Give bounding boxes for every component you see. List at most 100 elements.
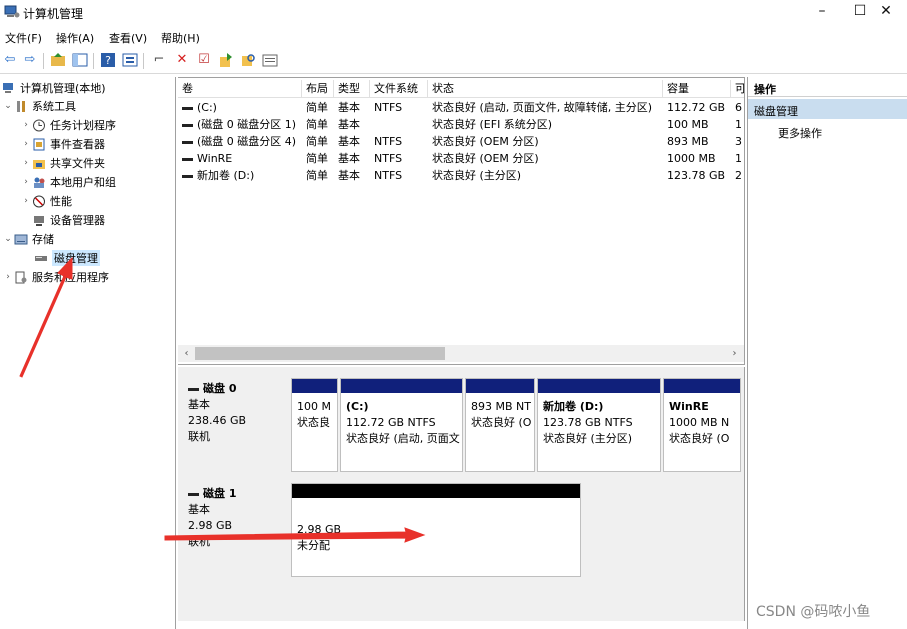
tree-item-local-users[interactable]: › 本地用户和组 (20, 173, 116, 191)
back-arrow-icon[interactable]: ⇦ (2, 52, 18, 68)
column-header-capacity[interactable]: 容量 (663, 80, 731, 98)
volume-filesystem: NTFS (374, 152, 403, 165)
partition[interactable]: (C:) 112.72 GB NTFS 状态良好 (启动, 页面文 (340, 378, 463, 472)
delete-icon[interactable]: ✕ (174, 52, 190, 68)
toolbar-separator (143, 53, 144, 69)
toolbar: ⇦ ⇨ ? ⌐ ✕ ☑ (0, 48, 907, 74)
disk-icon (35, 255, 47, 261)
partition-status: 状态良好 (O (471, 416, 532, 429)
performance-icon (33, 195, 45, 207)
volume-row[interactable]: (磁盘 0 磁盘分区 1) 简单 基本 状态良好 (EFI 系统分区) 100 … (178, 116, 744, 133)
forward-arrow-icon[interactable]: ⇨ (22, 52, 38, 68)
volume-row[interactable]: (磁盘 0 磁盘分区 4) 简单 基本 NTFS 状态良好 (OEM 分区) 8… (178, 133, 744, 150)
column-header-type[interactable]: 类型 (334, 80, 370, 98)
tree-item-disk-management[interactable]: 磁盘管理 (34, 249, 100, 267)
partition[interactable]: 新加卷 (D:) 123.78 GB NTFS 状态良好 (主分区) (537, 378, 661, 472)
partition-name: WinRE (669, 400, 709, 413)
column-header-layout[interactable]: 布局 (302, 80, 334, 98)
column-header-volume[interactable]: 卷 (178, 80, 302, 98)
up-folder-icon[interactable] (50, 52, 66, 68)
actions-section-disk-management[interactable]: 磁盘管理 (748, 99, 907, 119)
tree-item-services-apps[interactable]: › 服务和应用程序 (2, 268, 109, 286)
properties-icon[interactable] (122, 52, 138, 68)
chevron-right-icon[interactable]: › (2, 272, 14, 282)
volume-free: 1 (735, 152, 742, 165)
volume-name: (C:) (197, 101, 217, 114)
volume-icon (182, 140, 193, 144)
tree-label: 系统工具 (32, 100, 76, 113)
scroll-left-icon[interactable]: ‹ (178, 345, 195, 362)
chevron-right-icon[interactable]: › (20, 120, 32, 130)
chevron-down-icon[interactable]: ⌄ (2, 101, 14, 111)
tree-item-system-tools[interactable]: ⌄ 系统工具 (2, 97, 76, 115)
chevron-right-icon[interactable]: › (20, 139, 32, 149)
tree-item-root[interactable]: 计算机管理(本地) (2, 79, 106, 97)
close-button[interactable]: ✕ (866, 0, 906, 24)
chevron-down-icon[interactable]: ⌄ (2, 234, 14, 244)
tree-item-task-scheduler[interactable]: › 任务计划程序 (20, 116, 116, 134)
tree-item-performance[interactable]: › 性能 (20, 192, 72, 210)
partition-name: 新加卷 (D:) (543, 400, 604, 413)
partition-size: 1000 MB N (669, 416, 730, 429)
volume-capacity: 1000 MB (667, 152, 716, 165)
tree-item-device-manager[interactable]: 设备管理器 (32, 211, 105, 229)
partition[interactable]: 893 MB NT 状态良好 (O (465, 378, 535, 472)
horizontal-scrollbar[interactable]: ‹ › (178, 345, 744, 362)
search-icon[interactable] (240, 52, 256, 68)
volume-row[interactable]: 新加卷 (D:) 简单 基本 NTFS 状态良好 (主分区) 123.78 GB… (178, 167, 744, 184)
menu-action[interactable]: 操作(A) (56, 30, 94, 46)
export-icon[interactable] (218, 52, 234, 68)
help-icon[interactable]: ? (100, 52, 116, 68)
show-hide-tree-icon[interactable] (72, 52, 88, 68)
column-header-filesystem[interactable]: 文件系统 (370, 80, 428, 98)
partition-body: 100 M 状态良 (292, 395, 337, 471)
volume-row[interactable]: WinRE 简单 基本 NTFS 状态良好 (OEM 分区) 1000 MB 1 (178, 150, 744, 167)
column-header-free[interactable]: 可 (731, 80, 744, 98)
volume-free: 2 (735, 169, 742, 182)
disk-size: 238.46 GB (188, 414, 247, 427)
chevron-right-icon[interactable]: › (20, 177, 32, 187)
volume-layout: 简单 (306, 118, 328, 131)
list-view-icon[interactable] (262, 52, 278, 68)
tree-label: 服务和应用程序 (32, 271, 109, 284)
computer-management-icon (4, 5, 20, 18)
volume-type: 基本 (338, 152, 360, 165)
volume-capacity: 100 MB (667, 118, 709, 131)
volume-list-header: 卷 布局 类型 文件系统 状态 容量 可 (178, 80, 744, 98)
tree-item-storage[interactable]: ⌄ 存储 (2, 230, 54, 248)
partition-body: 新加卷 (D:) 123.78 GB NTFS 状态良好 (主分区) (538, 395, 660, 471)
tree-item-shared-folders[interactable]: › 共享文件夹 (20, 154, 105, 172)
partition[interactable]: WinRE 1000 MB N 状态良好 (O (663, 378, 741, 472)
volume-type: 基本 (338, 118, 360, 131)
unallocated-partition[interactable]: 2.98 GB 未分配 (291, 483, 581, 577)
partition-size: 123.78 GB NTFS (543, 416, 633, 429)
volume-status: 状态良好 (启动, 页面文件, 故障转储, 主分区) (432, 101, 653, 114)
connect-icon[interactable]: ⌐ (151, 52, 167, 68)
menu-help[interactable]: 帮助(H) (161, 30, 200, 46)
volume-status: 状态良好 (OEM 分区) (432, 152, 539, 165)
partition-bar (466, 379, 534, 393)
partition-bar (538, 379, 660, 393)
volume-row[interactable]: (C:) 简单 基本 NTFS 状态良好 (启动, 页面文件, 故障转储, 主分… (178, 99, 744, 116)
volume-name-cell: (磁盘 0 磁盘分区 4) (178, 133, 302, 150)
partition[interactable]: 100 M 状态良 (291, 378, 338, 472)
scrollbar-thumb[interactable] (195, 347, 445, 360)
disk-type: 基本 (188, 503, 210, 516)
menu-file[interactable]: 文件(F) (5, 30, 42, 46)
shared-folder-icon (33, 159, 45, 169)
volume-icon (182, 106, 193, 110)
partition-status: 状态良好 (主分区) (543, 432, 633, 445)
menu-view[interactable]: 查看(V) (109, 30, 147, 46)
chevron-right-icon[interactable]: › (20, 196, 32, 206)
more-actions-link[interactable]: 更多操作 (778, 125, 822, 141)
tree-label: 性能 (50, 195, 72, 208)
disk-info[interactable]: 磁盘 0 基本 238.46 GB 联机 (180, 375, 288, 473)
disk-info[interactable]: 磁盘 1 基本 2.98 GB 联机 (180, 480, 288, 578)
chevron-right-icon[interactable]: › (20, 158, 32, 168)
column-header-status[interactable]: 状态 (428, 80, 663, 98)
minimize-button[interactable]: – (802, 0, 842, 24)
scroll-right-icon[interactable]: › (726, 345, 743, 362)
check-icon[interactable]: ☑ (196, 52, 212, 68)
volume-filesystem: NTFS (374, 169, 403, 182)
tree-item-event-viewer[interactable]: › 事件查看器 (20, 135, 105, 153)
